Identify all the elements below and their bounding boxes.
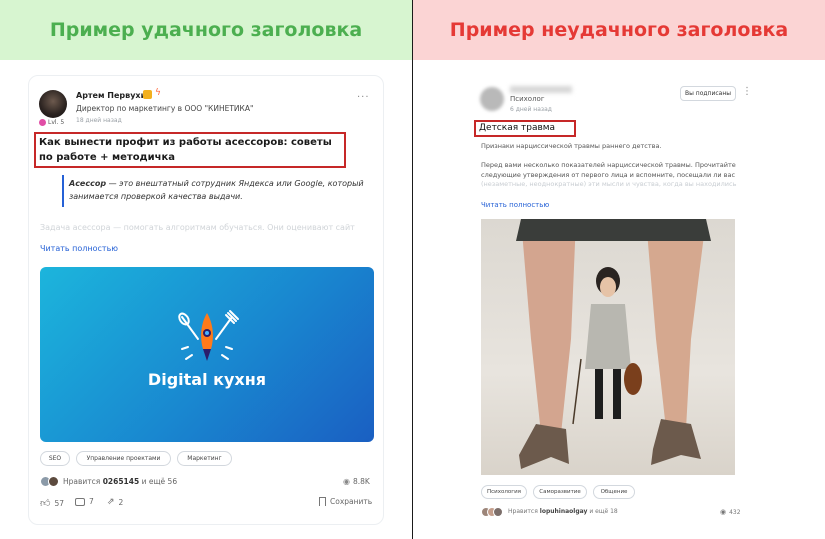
post-paragraph-3-faded: (незаметные, неоднократные) эти мысли и … <box>481 180 737 188</box>
like-button[interactable]: 👍︎ 57 <box>40 497 64 509</box>
views-count: ◉ 8.8K <box>343 477 370 486</box>
liker-name[interactable]: 0265145 <box>103 477 140 486</box>
post-time: 18 дней назад <box>76 117 122 124</box>
author-role: Психолог <box>510 95 545 103</box>
bad-example-header: Пример неудачного заголовка <box>413 0 825 60</box>
eye-icon: ◉ <box>720 508 727 516</box>
post-card-bad: Психолог 6 дней назад Вы подписаны ⋮ Дет… <box>468 77 755 525</box>
tag-seo[interactable]: SEO <box>40 451 70 466</box>
share-icon: ⇗ <box>107 497 115 507</box>
post-title[interactable]: Детская травма <box>479 123 555 133</box>
read-more-link[interactable]: Читать полностью <box>481 201 549 209</box>
comment-icon <box>75 497 85 506</box>
save-button[interactable]: Сохранить <box>319 497 372 506</box>
tag-marketing[interactable]: Маркетинг <box>177 451 232 466</box>
faded-preview-text: Задача асессора — помогать алгоритмам об… <box>40 223 355 232</box>
likes-summary: Нравится 0265145 и ещё 56 <box>63 477 178 486</box>
level-icon <box>39 119 46 126</box>
more-menu-icon[interactable]: ⋮ <box>742 86 753 97</box>
post-time: 6 дней назад <box>510 106 552 113</box>
post-title[interactable]: Как вынести профит из работы асессоров: … <box>39 135 341 165</box>
tag-self-development[interactable]: Саморазвитие <box>533 485 587 499</box>
banner-caption: Digital кухня <box>147 370 267 389</box>
quote-body: — это внештатный сотрудник Яндекса или G… <box>69 179 364 201</box>
subscribe-button[interactable]: Вы подписаны <box>680 86 736 101</box>
photo-scene-illustration <box>516 219 711 469</box>
quote-text: Асессор — это внештатный сотрудник Яндек… <box>69 177 369 203</box>
good-example-panel: Пример удачного заголовка Lvl. 5 Артем П… <box>0 0 412 539</box>
level-badge: Lvl. 5 <box>39 119 64 126</box>
bookmark-icon <box>319 497 326 506</box>
thumb-up-icon: 👍︎ <box>40 498 51 509</box>
repost-button[interactable]: ⇗ 2 <box>107 497 123 507</box>
lightning-icon: ϟ <box>155 88 161 98</box>
likes-summary: Нравится lopuhinaolgay и ещё 18 <box>508 508 618 515</box>
good-example-header: Пример удачного заголовка <box>0 0 412 60</box>
quote-bar <box>62 175 64 207</box>
liker-name[interactable]: lopuhinaolgay <box>540 508 588 515</box>
post-paragraph-1: Признаки нарциссической травмы раннего д… <box>481 142 662 150</box>
post-banner-image[interactable]: Digital кухня <box>40 267 374 442</box>
author-role: Директор по маркетингу в ООО "КИНЕТИКА" <box>76 104 254 113</box>
quote-term: Асессор <box>69 179 107 188</box>
tag-psychology[interactable]: Психология <box>481 485 527 499</box>
post-photo[interactable] <box>481 219 735 475</box>
post-paragraph-2: Перед вами несколько показателей нарцисс… <box>481 161 736 179</box>
premium-badge-icon <box>143 90 152 99</box>
views-count: ◉ 432 <box>720 508 741 516</box>
tag-project-management[interactable]: Управление проектами <box>76 451 171 466</box>
avatar[interactable] <box>39 90 67 118</box>
avatar-blurred[interactable] <box>480 87 504 111</box>
author-name-blurred[interactable] <box>510 86 572 93</box>
liker-avatars[interactable] <box>40 476 60 487</box>
read-more-link[interactable]: Читать полностью <box>40 244 118 253</box>
liker-avatars[interactable] <box>481 507 503 517</box>
eye-icon: ◉ <box>343 477 350 486</box>
tag-communication[interactable]: Общение <box>593 485 635 499</box>
author-name[interactable]: Артем Первухин <box>76 91 152 100</box>
post-card-good: Lvl. 5 Артем Первухин ϟ Директор по марк… <box>28 75 384 525</box>
more-menu-icon[interactable]: ··· <box>357 92 370 103</box>
rocket-utensils-icon <box>178 310 239 361</box>
comment-button[interactable]: 7 <box>75 497 94 506</box>
